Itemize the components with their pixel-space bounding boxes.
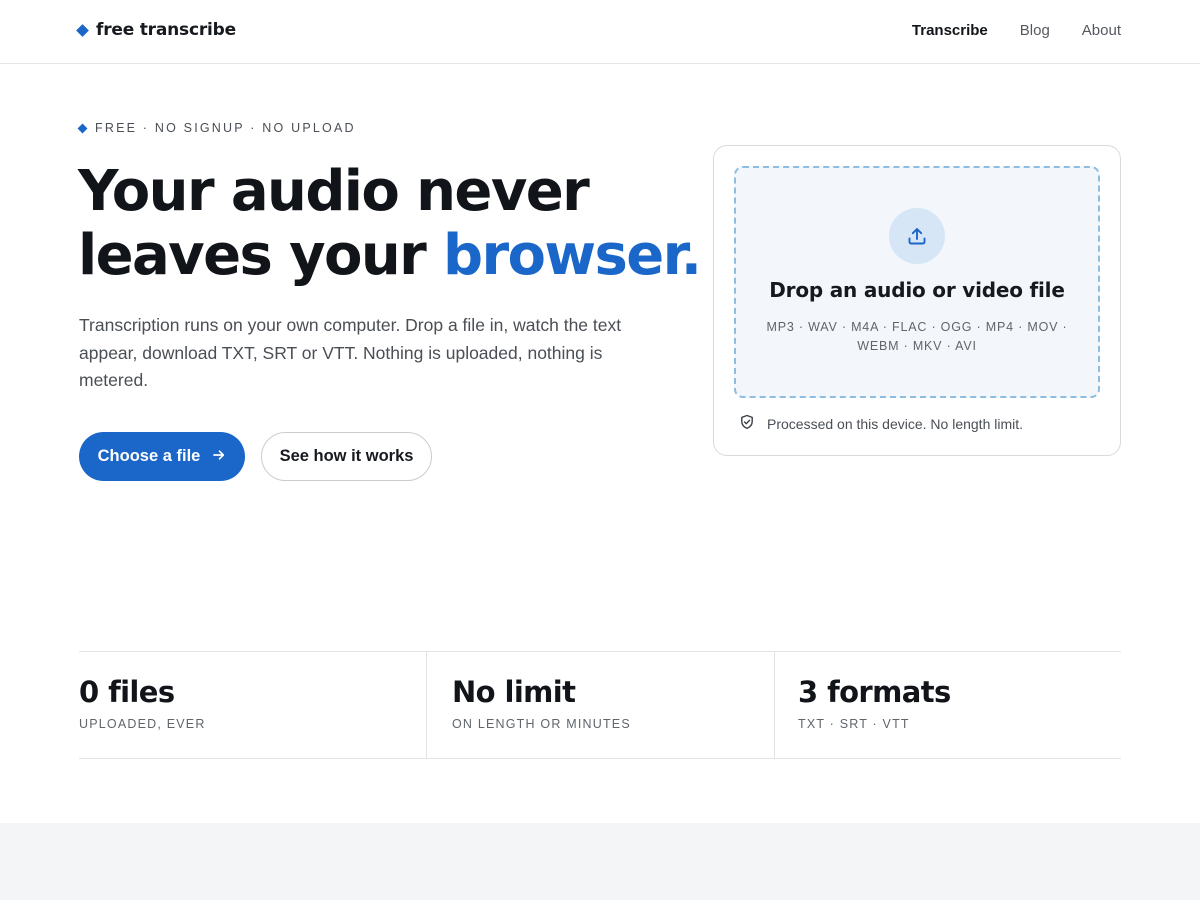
formats-line-1: MP3 · WAV · M4A · FLAC · OGG · MP4 · MOV… [766, 320, 1068, 334]
choose-file-label: Choose a file [97, 447, 201, 465]
file-dropzone[interactable]: Drop an audio or video file MP3 · WAV · … [734, 166, 1100, 398]
footer-band [0, 823, 1200, 900]
hero-eyebrow: FREE · NO SIGNUP · NO UPLOAD [77, 121, 356, 135]
stat-files: 0 files UPLOADED, EVER [79, 652, 426, 758]
nav-link-blog[interactable]: Blog [1020, 22, 1050, 39]
hero-subtitle: Transcription runs on your own computer.… [79, 315, 622, 390]
diamond-icon [76, 23, 89, 37]
nav-link-transcribe[interactable]: Transcribe [912, 22, 988, 39]
privacy-text: Processed on this device. No length limi… [767, 415, 1024, 432]
hero-title-line2: leaves your [78, 223, 444, 288]
stat-value: 3 formats [798, 675, 951, 709]
stat-formats: 3 formats TXT · SRT · VTT [774, 652, 1121, 758]
brand-name: free transcribe [96, 20, 236, 40]
stat-label: TXT · SRT · VTT [798, 717, 910, 731]
hero-title-accent: browser. [443, 223, 702, 288]
supported-formats: MP3 · WAV · M4A · FLAC · OGG · MP4 · MOV… [766, 318, 1068, 356]
dropzone-title: Drop an audio or video file [769, 278, 1065, 302]
shield-check-icon [739, 414, 755, 433]
stat-label: UPLOADED, EVER [79, 717, 206, 731]
site-header: free transcribe Transcribe Blog About [0, 0, 1200, 64]
choose-file-button[interactable]: Choose a file [79, 432, 245, 481]
brand-logo[interactable]: free transcribe [76, 20, 236, 40]
hero-title: Your audio never leaves your browser. [78, 160, 718, 288]
stat-value: 0 files [79, 675, 175, 709]
hero-title-line1: Your audio never [78, 159, 590, 224]
stat-limit: No limit ON LENGTH OR MINUTES [426, 652, 774, 758]
upload-card: Drop an audio or video file MP3 · WAV · … [713, 145, 1121, 456]
upload-icon [889, 208, 945, 264]
see-how-it-works-button[interactable]: See how it works [261, 432, 432, 481]
formats-line-2: WEBM · MKV · AVI [857, 339, 977, 353]
main-nav: Transcribe Blog About [912, 22, 1121, 39]
stat-label: ON LENGTH OR MINUTES [452, 717, 631, 731]
diamond-icon [77, 123, 88, 133]
privacy-note: Processed on this device. No length limi… [739, 414, 1023, 433]
eyebrow-text: FREE · NO SIGNUP · NO UPLOAD [95, 121, 356, 135]
stats-row: 0 files UPLOADED, EVER No limit ON LENGT… [79, 651, 1121, 759]
nav-link-about[interactable]: About [1082, 22, 1121, 39]
stat-value: No limit [452, 675, 576, 709]
arrow-right-icon [212, 448, 226, 466]
